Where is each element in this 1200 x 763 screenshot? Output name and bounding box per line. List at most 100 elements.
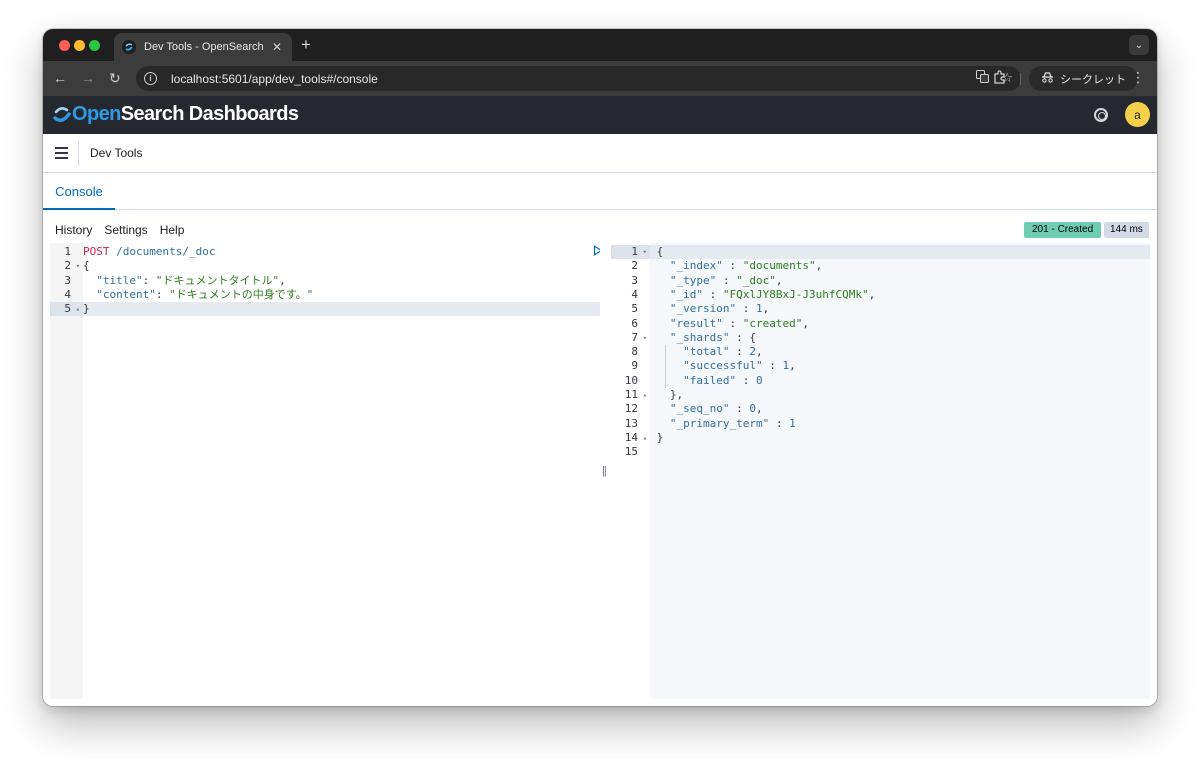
response-index-value: "documents"	[742, 259, 816, 273]
help-lifebuoy-icon[interactable]	[1094, 108, 1108, 122]
line-number: 13	[624, 416, 638, 430]
code-line: "successful" : 1,	[683, 359, 796, 373]
forward-arrow-icon[interactable]: →	[81, 69, 95, 87]
browser-tabstrip: Dev Tools - OpenSearch ✕ + ⌄	[43, 29, 1157, 61]
code-line: POST /documents/_doc	[83, 245, 600, 259]
line-number: 1 ▾	[611, 245, 650, 260]
primary-term-value: 1	[789, 416, 796, 430]
json-value: "ドキュメントの中身です。"	[169, 287, 314, 301]
incognito-icon	[1041, 71, 1054, 86]
url-text[interactable]: localhost:5601/app/dev_tools#/console	[171, 72, 378, 86]
incognito-indicator[interactable]: シークレット	[1029, 66, 1138, 91]
console-toolbar: History Settings Help 201 - Created 144 …	[43, 210, 1157, 243]
line-number: 12	[624, 402, 638, 416]
opensearch-favicon-icon	[122, 40, 136, 54]
tab-console[interactable]: Console	[43, 173, 115, 210]
osd-logo[interactable]: Open Search Dashboards	[52, 103, 299, 126]
site-info-icon[interactable]: i	[144, 72, 157, 85]
line-number: 5 ▴	[50, 302, 83, 317]
response-code: { "_index" : "documents", "_type" : "_do…	[650, 243, 1150, 699]
request-path: /documents/_doc	[109, 245, 216, 258]
code-line: "total" : 2,	[683, 345, 763, 359]
reload-icon[interactable]: ↻	[109, 69, 121, 87]
fold-arrow-icon[interactable]: ▴	[643, 388, 647, 402]
code-line: "_version" : 1,	[669, 302, 770, 316]
line-number: 15	[624, 445, 638, 459]
history-link[interactable]: History	[55, 223, 92, 237]
close-window-button[interactable]	[59, 40, 70, 51]
translate-icon[interactable]	[976, 70, 990, 86]
line-number: 4	[64, 287, 71, 301]
code-line: "_id" : "FQxlJY8BxJ-J3uhfCQMk",	[669, 287, 876, 301]
code-line: "failed" : 0	[683, 373, 763, 387]
response-time-badge: 144 ms	[1104, 222, 1149, 238]
http-method: POST	[83, 245, 110, 258]
browser-window: Dev Tools - OpenSearch ✕ + ⌄ ← → ↻ i loc…	[43, 29, 1157, 706]
line-number: 7 ▾	[631, 330, 647, 345]
code-line: "_index" : "documents",	[669, 259, 823, 273]
address-bar[interactable]: i localhost:5601/app/dev_tools#/console …	[136, 66, 1021, 91]
shards-failed-value: 0	[755, 373, 763, 387]
code-line: "title": "ドキュメントタイトル",	[96, 273, 286, 287]
maximize-window-button[interactable]	[89, 40, 100, 51]
header-divider	[78, 142, 79, 166]
new-tab-icon[interactable]: +	[301, 35, 311, 55]
line-number: 9	[631, 359, 638, 373]
line-number: 2 ▾	[64, 259, 80, 273]
line-number: 3	[64, 273, 71, 287]
back-arrow-icon[interactable]: ←	[53, 69, 67, 87]
code-line: },	[650, 388, 684, 401]
app-title[interactable]: Dev Tools	[90, 146, 142, 160]
code-line: }	[83, 302, 600, 317]
app-header: Dev Tools	[43, 134, 1157, 173]
pane-resizer-handle[interactable]: ||	[602, 465, 607, 477]
code-line: "_seq_no" : 0,	[669, 402, 763, 416]
line-number: 10	[624, 373, 638, 387]
response-type-value: "_doc"	[736, 273, 776, 287]
browser-toolbar: ← → ↻ i localhost:5601/app/dev_tools#/co…	[43, 61, 1157, 96]
incognito-label: シークレット	[1060, 73, 1126, 86]
response-id-value: "FQxlJY8BxJ-J3uhfCQMk"	[722, 287, 869, 301]
opensearch-logo-icon	[53, 106, 71, 122]
app-tabs: Console	[43, 173, 1157, 210]
line-number: 2	[631, 259, 638, 273]
status-badge: 201 - Created	[1024, 222, 1102, 238]
line-number: 11 ▴	[624, 388, 647, 402]
fold-arrow-icon[interactable]: ▾	[643, 331, 647, 345]
request-actions	[593, 245, 600, 260]
line-number: 1	[64, 245, 71, 258]
fold-arrow-icon[interactable]: ▾	[643, 245, 647, 259]
code-line: "content": "ドキュメントの中身です。"	[96, 287, 314, 301]
logo-open-text: Open	[72, 103, 121, 125]
minimize-window-button[interactable]	[74, 40, 85, 51]
code-line: "result" : "created",	[669, 316, 809, 330]
browser-tab-dev-tools[interactable]: Dev Tools - OpenSearch ✕	[114, 33, 292, 61]
request-editor[interactable]: 1 2 ▾ 3 4 5 ▴ POST /documents/_doc { "titl…	[50, 243, 600, 699]
response-gutter: 1 ▾ 2 3 4 5 6 7 ▾ 8 9 10 11 ▴ 12 13 14 ▴ 15	[611, 243, 650, 699]
code-line: {	[83, 259, 90, 273]
response-result-value: "created"	[742, 316, 803, 330]
hamburger-menu-icon[interactable]	[55, 147, 68, 159]
toolbar-divider	[1020, 73, 1021, 85]
logo-rest-text: Search Dashboards	[120, 103, 299, 125]
shards-total-value: 2	[749, 345, 756, 359]
fold-arrow-icon[interactable]: ▴	[643, 431, 647, 445]
json-key: "title"	[96, 273, 143, 287]
console-menu: History Settings Help	[55, 223, 184, 237]
code-line: "_shards" : {	[669, 330, 756, 344]
extensions-puzzle-icon[interactable]	[993, 70, 1007, 87]
tab-search-icon[interactable]: ⌄	[1129, 35, 1149, 55]
help-link[interactable]: Help	[160, 223, 185, 237]
line-number: 5	[631, 302, 638, 316]
json-key: "content"	[96, 287, 156, 301]
send-request-play-icon[interactable]	[593, 245, 600, 260]
user-avatar[interactable]: a	[1125, 102, 1150, 127]
line-number: 4	[631, 287, 638, 301]
fold-arrow-icon[interactable]: ▾	[76, 259, 80, 273]
browser-menu-icon[interactable]: ⋮	[1131, 69, 1145, 86]
close-tab-icon[interactable]: ✕	[270, 40, 284, 54]
fold-arrow-icon[interactable]: ▴	[76, 302, 80, 316]
settings-link[interactable]: Settings	[104, 223, 147, 237]
code-line: }	[650, 430, 664, 444]
request-code[interactable]: POST /documents/_doc { "title": "ドキュメントタ…	[83, 243, 600, 699]
